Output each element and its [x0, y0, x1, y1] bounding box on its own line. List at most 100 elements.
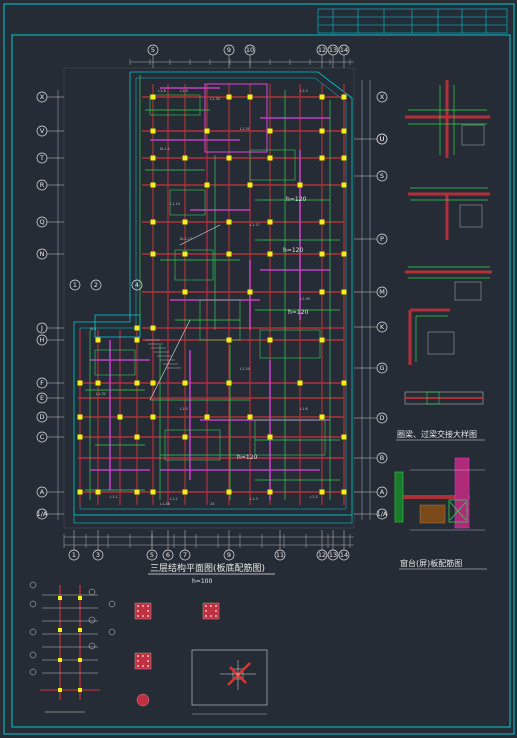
axis-right-label: P — [380, 235, 384, 243]
column — [319, 251, 325, 257]
column — [226, 94, 232, 100]
member-tag: KL2 — [90, 327, 96, 331]
small-column — [58, 688, 62, 692]
small-column — [58, 628, 62, 632]
column — [95, 380, 101, 386]
slab-label: h=120 — [286, 196, 306, 203]
small-axis-bubble — [88, 642, 96, 650]
column — [247, 289, 253, 295]
member-tag: L1-5 — [310, 495, 318, 499]
detail-table — [454, 281, 482, 301]
bottom-details — [29, 581, 268, 715]
column — [226, 251, 232, 257]
axis-bottom-label: 5 — [150, 551, 154, 559]
small-axis-bubble — [29, 581, 37, 589]
column — [150, 251, 156, 257]
column — [341, 128, 347, 134]
column — [150, 219, 156, 225]
rebar-dot — [137, 615, 139, 617]
axis-left-label: C — [40, 433, 45, 441]
rebar-panel — [259, 329, 321, 359]
column — [77, 414, 83, 420]
axis-bottom-label: 12 — [318, 551, 326, 559]
column — [267, 251, 273, 257]
member-tag: L1-2 — [170, 497, 178, 501]
member-tag: L1-39 — [300, 297, 310, 301]
column — [134, 325, 140, 331]
column — [267, 337, 273, 343]
small-column — [78, 688, 82, 692]
axis-left-label: V — [40, 127, 45, 135]
right-axis-bubbles: USPMKGDBA1/AXU — [354, 91, 388, 520]
column — [182, 251, 188, 257]
column — [226, 155, 232, 161]
column — [77, 489, 83, 495]
rebar-dot — [137, 655, 139, 657]
column — [134, 337, 140, 343]
axis-top-label: 9 — [227, 46, 231, 54]
column — [134, 380, 140, 386]
detail-table — [461, 124, 485, 146]
axis-bottom-label: 1 — [72, 551, 76, 559]
connection-details — [394, 80, 492, 531]
column — [182, 155, 188, 161]
axis-left-label: F — [40, 379, 44, 387]
upper-left-axis-bubbles: 1 2 4 — [69, 279, 143, 291]
member-tag: L1-3 — [250, 497, 258, 501]
small-axis-bubble — [29, 628, 37, 636]
rebar-panel — [94, 349, 136, 376]
column — [267, 155, 273, 161]
rebar-dot — [142, 665, 144, 667]
axis-right-label: X — [380, 93, 385, 101]
column — [319, 128, 325, 134]
detail-table — [427, 331, 455, 355]
member-tag: L1-34 — [210, 97, 221, 101]
member-tag: L1-5 — [180, 407, 188, 411]
column — [150, 414, 156, 420]
member-tag: L1-17 — [250, 223, 260, 227]
axis-left-label: R — [40, 181, 45, 189]
column — [150, 128, 156, 134]
rebar-dot — [210, 605, 212, 607]
axis-left-label: 1/A — [37, 510, 48, 518]
slab-edge — [73, 514, 353, 524]
rebar-dot — [147, 610, 149, 612]
structural-drawing: L1-8 L1-9L1-34L1-5KL1-1L1-31L1-14KL1-17L1… — [3, 3, 515, 735]
axis-right-label: G — [379, 364, 384, 372]
column — [182, 434, 188, 440]
column — [150, 325, 156, 331]
slab-outline — [73, 71, 353, 516]
rebar-panel — [249, 149, 296, 181]
small-axis-bubble — [29, 651, 37, 659]
rebar-dot — [142, 615, 144, 617]
column — [341, 380, 347, 386]
slab-label: h=120 — [283, 247, 303, 254]
axis-upper-left-label: 2 — [94, 281, 98, 289]
floor-plan: L1-8 L1-9L1-34L1-5KL1-1L1-31L1-14KL1-17L1… — [57, 59, 371, 548]
axis-left-label: A — [40, 488, 45, 496]
opening-frame — [191, 649, 268, 706]
axis-bottom-label: 3 — [96, 551, 100, 559]
dimension-frame — [63, 67, 355, 529]
rebar-dot — [210, 615, 212, 617]
column — [150, 489, 156, 495]
column — [341, 182, 347, 188]
column — [247, 414, 253, 420]
axis-right-label: U — [380, 135, 385, 143]
small-column — [78, 658, 82, 662]
column — [267, 128, 273, 134]
round-column-section — [136, 693, 150, 707]
axis-right-label: S — [380, 172, 384, 180]
column — [319, 337, 325, 343]
axis-right-label: 1/A — [377, 510, 388, 518]
small-axis-bubble — [88, 588, 96, 596]
title-block — [317, 8, 508, 34]
member-tag: L1-20 — [240, 367, 250, 371]
small-column — [78, 628, 82, 632]
small-axis-bubble — [88, 616, 96, 624]
rebar-dot — [137, 605, 139, 607]
column — [319, 414, 325, 420]
rebar-dot — [147, 655, 149, 657]
column — [134, 489, 140, 495]
column — [182, 289, 188, 295]
